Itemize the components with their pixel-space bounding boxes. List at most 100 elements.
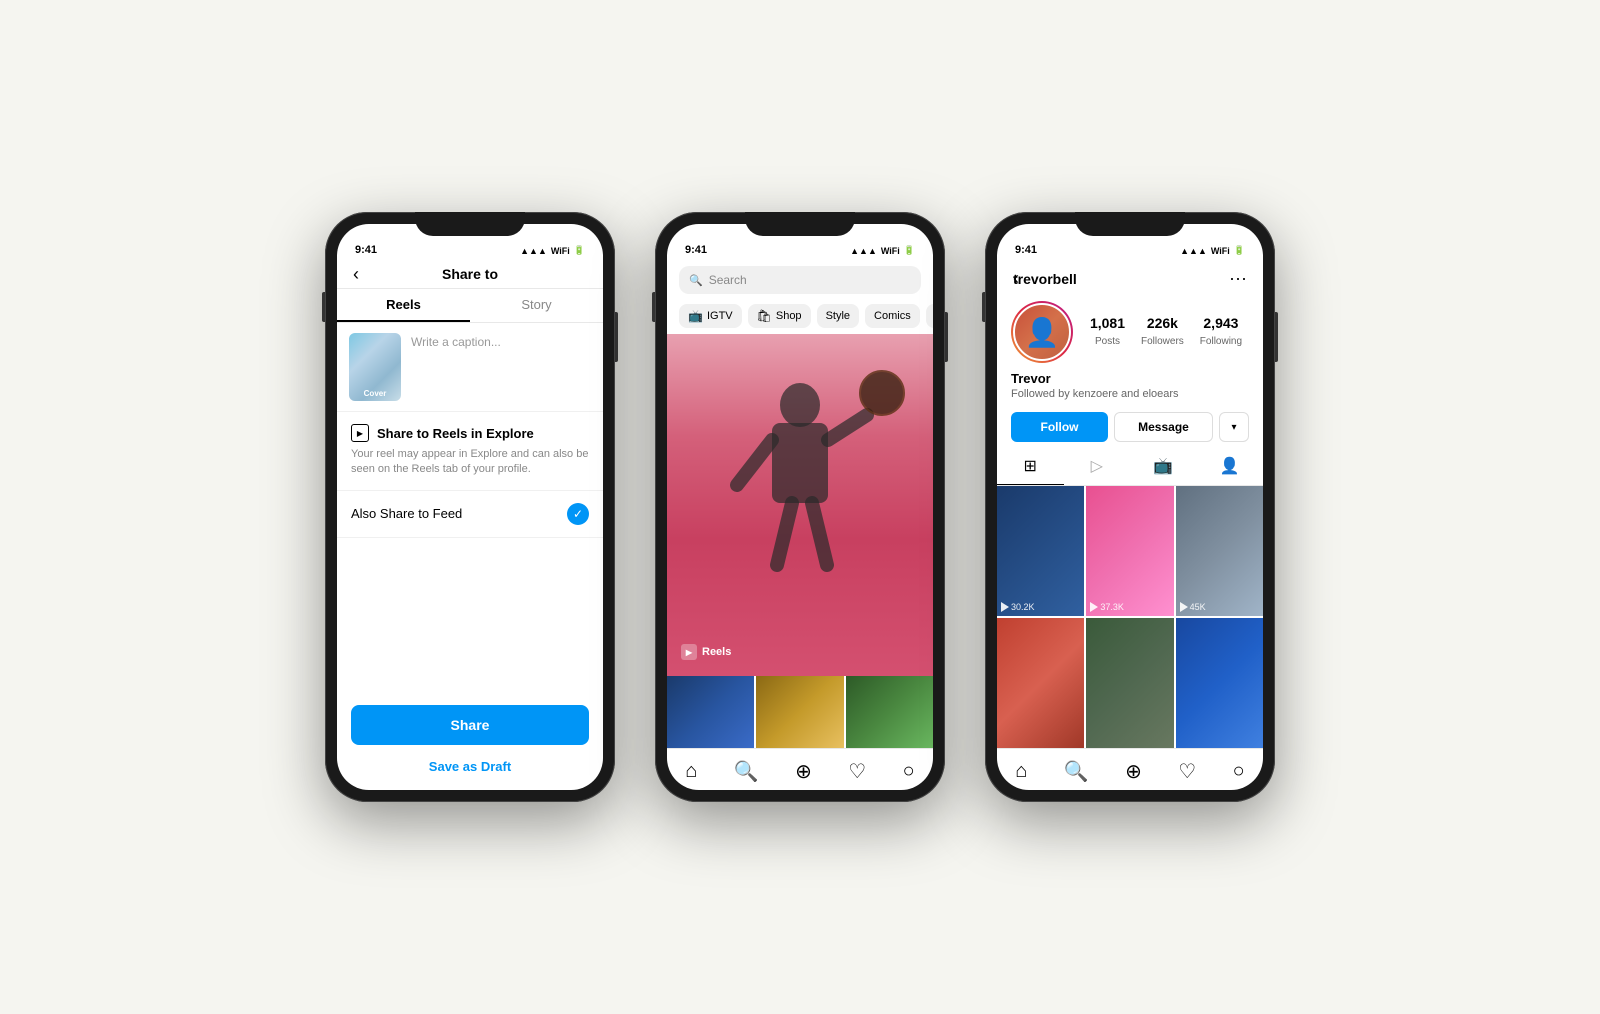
igtv-icon: 📺 [688, 309, 703, 323]
reel-background [667, 334, 933, 676]
phone-profile: 9:41 ▲▲▲ WiFi 🔋 ‹ trevorbell ··· 👤 [985, 212, 1275, 802]
tab-igtv[interactable]: 📺 [1130, 448, 1197, 485]
photo-grid: 30.2K 37.3K 45K [997, 486, 1263, 748]
bottom-nav-2: ⌂ 🔍 ⊕ ♡ ○ [667, 748, 933, 790]
profile-back-button[interactable]: ‹ [1013, 268, 1019, 289]
notch-1 [415, 212, 525, 236]
nav-add-3[interactable]: ⊕ [1125, 759, 1142, 784]
signal-icon: ▲▲▲ [520, 246, 547, 256]
nav-profile-icon[interactable]: ○ [903, 760, 915, 783]
notch-2 [745, 212, 855, 236]
chip-shop[interactable]: 🛍 Shop [748, 304, 811, 328]
followers-count: 226k [1141, 315, 1184, 331]
notch-3 [1075, 212, 1185, 236]
share-title: Share to [442, 266, 498, 282]
photo-cell-5[interactable] [1086, 618, 1173, 748]
phones-container: 9:41 ▲▲▲ WiFi 🔋 ‹ Share to Reels Story C… [305, 192, 1295, 822]
tab-reels[interactable]: ▷ [1064, 448, 1131, 485]
chip-tvmovie[interactable]: TV & Movie [926, 304, 933, 328]
nav-home-icon[interactable]: ⌂ [685, 760, 697, 783]
avatar-ring: 👤 [1011, 301, 1073, 363]
follow-button[interactable]: Follow [1011, 412, 1108, 442]
nav-profile-3[interactable]: ○ [1233, 760, 1245, 783]
share-header: ‹ Share to [337, 260, 603, 289]
wifi-icon-3: WiFi [1211, 246, 1230, 256]
nav-home-3[interactable]: ⌂ [1015, 760, 1027, 783]
nav-heart-icon[interactable]: ♡ [848, 759, 866, 784]
grid-cell-2[interactable] [756, 676, 843, 748]
search-bar[interactable]: 🔍 Search [679, 266, 921, 294]
back-button[interactable]: ‹ [353, 264, 359, 285]
photo-cell-1[interactable]: 30.2K [997, 486, 1084, 616]
nav-search-icon[interactable]: 🔍 [734, 759, 759, 784]
status-icons-2: ▲▲▲ WiFi 🔋 [850, 245, 915, 256]
chip-shop-label: Shop [776, 310, 802, 322]
grid-thumbnails [667, 676, 933, 748]
shop-icon: 🛍 [757, 309, 772, 323]
photo-cell-2[interactable]: 37.3K [1086, 486, 1173, 616]
bottom-nav-3: ⌂ 🔍 ⊕ ♡ ○ [997, 748, 1263, 790]
phone3-inner: 9:41 ▲▲▲ WiFi 🔋 ‹ trevorbell ··· 👤 [997, 224, 1263, 790]
tab-reels[interactable]: Reels [337, 289, 470, 322]
also-share-row[interactable]: Also Share to Feed ✓ [337, 491, 603, 538]
main-reel-area: ▶ Reels [667, 334, 933, 676]
posts-label: Posts [1095, 336, 1120, 347]
search-icon: 🔍 [689, 274, 703, 287]
person-svg [667, 334, 933, 656]
view-count-1: 30.2K [1011, 602, 1035, 612]
chip-style[interactable]: Style [817, 304, 859, 328]
play-overlay-1: 30.2K [1001, 602, 1035, 612]
share-explore-desc: Your reel may appear in Explore and can … [351, 447, 589, 478]
stat-following: 2,943 Following [1200, 315, 1242, 349]
battery-icon: 🔋 [574, 245, 585, 256]
phone1-inner: 9:41 ▲▲▲ WiFi 🔋 ‹ Share to Reels Story C… [337, 224, 603, 790]
profile-name: Trevor [1011, 371, 1249, 386]
save-draft-button[interactable]: Save as Draft [351, 755, 589, 778]
signal-icon-3: ▲▲▲ [1180, 246, 1207, 256]
followed-by: Followed by kenzoere and eloears [1011, 388, 1249, 400]
play-icon-3 [1180, 602, 1188, 612]
stats-row: 1,081 Posts 226k Followers 2,943 Followi… [1083, 315, 1249, 349]
share-button[interactable]: Share [351, 705, 589, 745]
grid-cell-3[interactable] [846, 676, 933, 748]
posts-count: 1,081 [1090, 315, 1125, 331]
battery-icon-2: 🔋 [904, 245, 915, 256]
battery-icon-3: 🔋 [1234, 245, 1245, 256]
chip-igtv[interactable]: 📺 IGTV [679, 304, 742, 328]
nav-add-icon[interactable]: ⊕ [795, 759, 812, 784]
nav-heart-3[interactable]: ♡ [1178, 759, 1196, 784]
photo-cell-6[interactable] [1176, 618, 1263, 748]
phone2-inner: 9:41 ▲▲▲ WiFi 🔋 🔍 Search 📺 IGTV 🛍 S [667, 224, 933, 790]
grid-cell-1[interactable] [667, 676, 754, 748]
tab-story[interactable]: Story [470, 289, 603, 322]
profile-username: trevorbell [1013, 271, 1077, 287]
stat-followers: 226k Followers [1141, 315, 1184, 349]
cover-thumbnail: Cover [349, 333, 401, 401]
message-button[interactable]: Message [1114, 412, 1213, 442]
followers-label: Followers [1141, 336, 1184, 347]
chip-comics-label: Comics [874, 310, 911, 322]
play-overlay-2: 37.3K [1090, 602, 1124, 612]
status-icons-3: ▲▲▲ WiFi 🔋 [1180, 245, 1245, 256]
nav-search-3[interactable]: 🔍 [1064, 759, 1089, 784]
photo-cell-4[interactable] [997, 618, 1084, 748]
caption-input[interactable]: Write a caption... [411, 333, 591, 401]
reel-small-icon: ▶ [681, 644, 697, 660]
wifi-icon: WiFi [551, 246, 570, 256]
status-icons-1: ▲▲▲ WiFi 🔋 [520, 245, 585, 256]
chip-igtv-label: IGTV [707, 310, 733, 322]
photo-cell-3[interactable]: 45K [1176, 486, 1263, 616]
profile-info-row: 👤 1,081 Posts 226k Followers 2,943 Follo… [997, 295, 1263, 369]
time-3: 9:41 [1015, 244, 1037, 256]
cover-label: Cover [364, 389, 387, 398]
reel-text: Reels [702, 646, 731, 658]
play-icon-1 [1001, 602, 1009, 612]
phone-share-reels: 9:41 ▲▲▲ WiFi 🔋 ‹ Share to Reels Story C… [325, 212, 615, 802]
more-options-button[interactable]: ··· [1229, 268, 1247, 289]
chip-style-label: Style [826, 310, 850, 322]
tab-grid[interactable]: ⊞ [997, 448, 1064, 485]
tab-tagged[interactable]: 👤 [1197, 448, 1264, 485]
also-share-toggle[interactable]: ✓ [567, 503, 589, 525]
chip-comics[interactable]: Comics [865, 304, 920, 328]
dropdown-button[interactable]: ▾ [1219, 412, 1249, 442]
